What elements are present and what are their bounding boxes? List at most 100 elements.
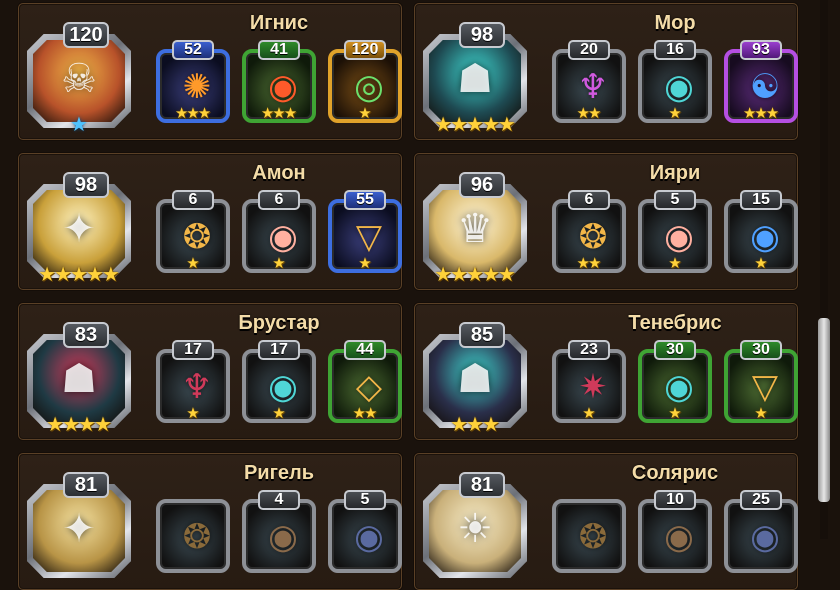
artifact-slot[interactable]: ◉ 6 ★ <box>242 190 316 273</box>
artifact-level-badge: 6 <box>172 190 214 210</box>
hero-glyph-icon: ☠ <box>61 56 97 102</box>
golden-crest-artifact-icon: ❂ <box>182 217 212 257</box>
golden-crest-artifact-icon: ❂ <box>578 217 608 257</box>
artifact-slot[interactable]: ❂ 6 ★ <box>156 190 230 273</box>
star-icon: ★ <box>588 104 602 122</box>
hero-portrait[interactable]: ☗ 83 ★★★★ <box>27 322 131 434</box>
star-icon: ★ <box>358 254 372 272</box>
hero-portrait[interactable]: ✦ 98 ★★★★★ <box>27 172 131 284</box>
artifact-stars: ★ <box>242 255 316 273</box>
artifact-slot[interactable]: ◉ 30 ★ <box>638 340 712 423</box>
artifact-level-badge: 16 <box>654 40 696 60</box>
artifact-stars: ★ <box>328 255 402 273</box>
hero-card[interactable]: Ияри ♛ 96 ★★★★★ ❂ 6 ★★ ◉ 5 ★ ◉ 15 ★ <box>414 153 798 290</box>
artifact-level-badge: 5 <box>654 190 696 210</box>
artifact-slot[interactable]: ▽ 30 ★ <box>724 340 798 423</box>
hero-name: Солярис <box>631 462 719 484</box>
artifact-slot[interactable]: ▽ 55 ★ <box>328 190 402 273</box>
artifact-slot[interactable]: ♆ 17 ★ <box>156 340 230 423</box>
artifact-level-badge: 44 <box>344 340 386 360</box>
hero-level-badge: 85 <box>459 322 505 348</box>
artifact-slot[interactable]: ◉ 10 <box>638 490 712 573</box>
artifact-level-badge: 30 <box>654 340 696 360</box>
scrollbar-thumb[interactable] <box>818 318 830 502</box>
artifact-level-badge: 120 <box>344 40 386 60</box>
claw-artifact-icon: ♆ <box>181 367 213 407</box>
artifact-level-badge: 52 <box>172 40 214 60</box>
artifact-slot[interactable]: ✺ 52 ★★★ <box>156 40 230 123</box>
star-icon: ★ <box>358 104 372 122</box>
artifact-slot[interactable]: ◉ 5 ★ <box>638 190 712 273</box>
star-icon: ★ <box>668 254 682 272</box>
hero-card[interactable]: Амон ✦ 98 ★★★★★ ❂ 6 ★ ◉ 6 ★ ▽ 55 ★ <box>18 153 402 290</box>
artifact-stars: ★★ <box>328 405 402 423</box>
artifact-level-badge: 30 <box>740 340 782 360</box>
hero-portrait[interactable]: ♛ 96 ★★★★★ <box>423 172 527 284</box>
artifact-slot[interactable]: ◉ 41 ★★★ <box>242 40 316 123</box>
artifact-level-badge: 23 <box>568 340 610 360</box>
artifact-level-badge: 4 <box>258 490 300 510</box>
artifact-slot[interactable]: ◇ 44 ★★ <box>328 340 402 423</box>
hero-card[interactable]: Мор ☗ 98 ★★★★★ ♆ 20 ★★ ◉ 16 ★ ☯ 93 ★★★ <box>414 3 798 140</box>
artifact-level-badge: 5 <box>344 490 386 510</box>
star-icon: ★ <box>765 104 780 122</box>
hero-portrait[interactable]: ☗ 85 ★★★ <box>423 322 527 434</box>
bronze-crest-artifact-icon: ❂ <box>182 517 212 557</box>
hero-portrait[interactable]: ☠ 120 ★ <box>27 22 131 134</box>
artifact-stars: ★★★ <box>242 105 316 123</box>
artifact-slot[interactable]: ◉ 5 <box>328 490 402 573</box>
hero-level-badge: 96 <box>459 172 505 198</box>
hero-portrait[interactable]: ☗ 98 ★★★★★ <box>423 22 527 134</box>
hero-name: Амон <box>252 162 306 184</box>
artifact-stars: ★ <box>156 405 230 423</box>
artifact-level-badge: 10 <box>654 490 696 510</box>
artifact-slot[interactable]: ◉ 17 ★ <box>242 340 316 423</box>
bronze-crest-artifact-icon: ❂ <box>578 517 608 557</box>
shadow-knight-hero-portrait: ☗ <box>33 340 125 422</box>
teal-orb-artifact-icon: ◉ <box>664 367 694 407</box>
artifact-stars: ★★ <box>552 105 626 123</box>
hero-name: Ригель <box>243 462 315 484</box>
artifact-slot[interactable]: ♆ 20 ★★ <box>552 40 626 123</box>
hero-name: Тенебрис <box>628 312 722 334</box>
artifact-slot[interactable]: ❂ 6 ★★ <box>552 190 626 273</box>
hero-glyph-icon: ☀ <box>457 506 493 552</box>
artifact-slot[interactable]: ◎ 120 ★ <box>328 40 402 123</box>
artifact-slot[interactable]: ◉ 25 <box>724 490 798 573</box>
artifact-stars: ★★★ <box>724 105 798 123</box>
artifact-slot[interactable]: ☯ 93 ★★★ <box>724 40 798 123</box>
artifact-slot[interactable]: ◉ 15 ★ <box>724 190 798 273</box>
artifact-slot[interactable]: ❂ <box>552 499 626 573</box>
teal-orb-artifact-icon: ◉ <box>664 67 694 107</box>
artifact-slot[interactable]: ✷ 23 ★ <box>552 340 626 423</box>
golden-knight-hero-portrait: ✦ <box>33 490 125 572</box>
artifact-frame: ◉ <box>328 499 402 573</box>
star-icon: ★ <box>754 254 768 272</box>
hero-portrait[interactable]: ☀ 81 <box>423 472 527 578</box>
star-icon: ★ <box>272 254 286 272</box>
hero-portrait[interactable]: ✦ 81 <box>27 472 131 578</box>
hero-card[interactable]: Солярис ☀ 81 ❂ ◉ 10 ◉ 25 <box>414 453 798 590</box>
demon-hero-portrait: ☠ <box>33 40 125 122</box>
artifact-slot[interactable]: ◉ 16 ★ <box>638 40 712 123</box>
hero-name: Ияри <box>649 162 701 184</box>
yin-yang-orb-artifact-icon: ☯ <box>749 67 781 107</box>
hero-card[interactable]: Ригель ✦ 81 ❂ ◉ 4 ◉ 5 <box>18 453 402 590</box>
star-icon: ★ <box>668 104 682 122</box>
artifact-stars: ★ <box>638 255 712 273</box>
artifact-stars: ★ <box>638 105 712 123</box>
hero-level-badge: 81 <box>63 472 109 498</box>
artifact-level-badge: 6 <box>258 190 300 210</box>
hero-card[interactable]: Игнис ☠ 120 ★ ✺ 52 ★★★ ◉ 41 ★★★ ◎ 120 ★ <box>18 3 402 140</box>
orb-artifact-icon: ◉ <box>354 517 384 557</box>
artifact-slot[interactable]: ❂ <box>156 499 230 573</box>
artifact-slot[interactable]: ◉ 4 <box>242 490 316 573</box>
eye-spider-artifact-icon: ✷ <box>578 367 608 407</box>
hero-glyph-icon: ♛ <box>457 206 493 252</box>
artifact-level-badge: 55 <box>344 190 386 210</box>
artifact-stars: ★ <box>156 255 230 273</box>
artifact-stars: ★ <box>638 405 712 423</box>
hero-card[interactable]: Брустар ☗ 83 ★★★★ ♆ 17 ★ ◉ 17 ★ ◇ 44 ★★ <box>18 303 402 440</box>
hero-card[interactable]: Тенебрис ☗ 85 ★★★ ✷ 23 ★ ◉ 30 ★ ▽ 30 ★ <box>414 303 798 440</box>
blue-star-icon: ★ <box>70 112 88 136</box>
